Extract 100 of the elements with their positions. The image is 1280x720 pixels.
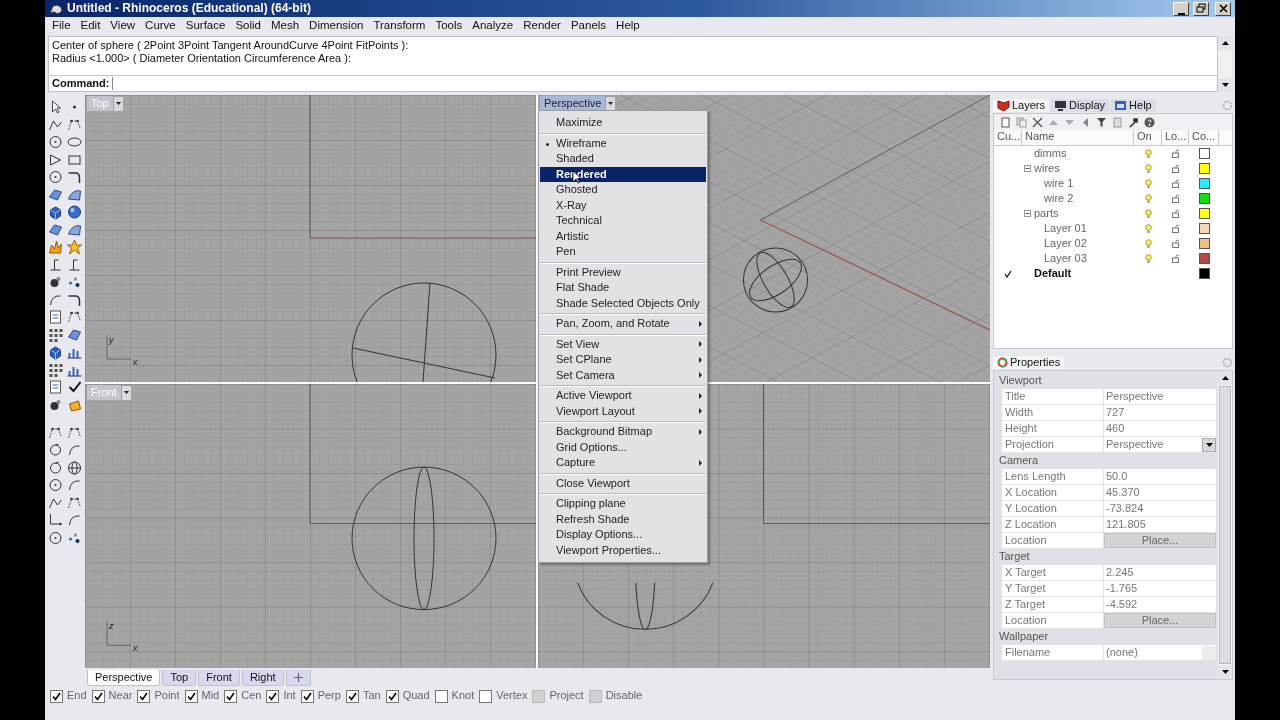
place-button[interactable]: Place... <box>1104 533 1216 548</box>
close-button[interactable] <box>1215 1 1231 16</box>
globe-icon[interactable] <box>66 459 83 476</box>
color-swatch[interactable] <box>1198 268 1210 279</box>
filter-icon[interactable] <box>1096 116 1107 128</box>
panel-tab[interactable]: Display <box>1050 98 1110 113</box>
menu-item[interactable]: Shaded <box>540 151 706 167</box>
menu-item[interactable]: Grid Options... <box>540 439 706 455</box>
surface-icon[interactable] <box>47 221 64 238</box>
checkbox[interactable] <box>184 689 198 703</box>
osnap-label[interactable]: Project <box>549 689 584 703</box>
fillet-icon[interactable] <box>66 169 83 185</box>
menu-item[interactable]: Capture <box>540 455 706 471</box>
menu-item[interactable]: Viewport Layout <box>540 403 706 419</box>
menu-item[interactable]: Display Options... <box>540 527 706 543</box>
box-icon[interactable] <box>47 344 64 360</box>
osnap-label[interactable]: Tan <box>362 689 381 703</box>
menu-item[interactable]: Refresh Shade <box>540 511 706 527</box>
menu-item[interactable]: Curve <box>140 18 181 33</box>
osnap-label[interactable]: Cen <box>241 689 262 703</box>
osnap-label[interactable]: Near <box>108 689 133 703</box>
checkbox[interactable] <box>224 689 238 703</box>
burst-icon[interactable] <box>47 239 64 255</box>
unlocked-icon[interactable] <box>1171 254 1180 263</box>
color-swatch[interactable] <box>1198 163 1210 174</box>
sheet-icon[interactable] <box>47 309 64 325</box>
color-swatch[interactable] <box>1198 208 1210 219</box>
panel-tab[interactable]: Properties <box>993 355 1065 370</box>
layer-name[interactable]: dimms <box>1034 146 1067 161</box>
osnap-label[interactable]: Disable <box>605 689 643 703</box>
unlocked-icon[interactable] <box>1171 179 1180 188</box>
layer-name[interactable]: wire 1 <box>1044 176 1074 191</box>
checkbox[interactable] <box>345 689 359 703</box>
arc-icon[interactable] <box>66 512 83 528</box>
osnap-label[interactable]: Mid <box>201 689 220 703</box>
viewport-tab[interactable]: Front <box>198 669 240 686</box>
arc-icon[interactable] <box>66 442 83 458</box>
menu-item[interactable]: Active Viewport <box>540 388 706 404</box>
osnap-label[interactable]: Vertex <box>496 689 528 703</box>
checkbox[interactable] <box>137 689 151 703</box>
menu-item[interactable]: Pen <box>540 244 706 260</box>
color-swatch[interactable] <box>1198 238 1210 249</box>
viewport-menu-button[interactable] <box>113 96 123 111</box>
toggle-button[interactable] <box>588 689 602 703</box>
hook-icon[interactable] <box>47 512 64 528</box>
restore-button[interactable] <box>1193 1 1209 16</box>
surface-icon[interactable] <box>47 186 64 203</box>
menu-item[interactable]: Mesh <box>266 18 305 33</box>
unlocked-icon[interactable] <box>1171 224 1180 233</box>
loop-icon[interactable] <box>47 442 64 458</box>
osnap-label[interactable]: Point <box>154 689 180 703</box>
panel-tab[interactable]: Layers <box>993 98 1050 113</box>
menu-item[interactable]: Viewport Properties... <box>540 542 706 558</box>
column-header[interactable]: On <box>1134 130 1162 145</box>
control-points-icon[interactable] <box>66 309 83 325</box>
ellipse-icon[interactable] <box>66 134 83 150</box>
menu-item[interactable]: Transform <box>368 18 431 33</box>
color-swatch[interactable] <box>1198 223 1210 234</box>
menu-item[interactable]: Set Camera <box>540 367 706 383</box>
menu-item[interactable]: Flat Shade <box>540 280 706 296</box>
delete-icon[interactable] <box>1032 116 1043 128</box>
osnap-label[interactable]: Int <box>283 689 296 703</box>
collapse-icon[interactable] <box>1024 210 1031 217</box>
menu-item[interactable]: Dimension <box>304 18 369 33</box>
property-value[interactable]: (none) <box>1106 645 1138 660</box>
place-button[interactable]: Place... <box>1104 613 1216 628</box>
scrollbar-thumb[interactable] <box>1219 386 1231 664</box>
wrench-icon[interactable] <box>1128 116 1139 128</box>
menu-item[interactable]: Print Preview <box>540 264 706 280</box>
circle-icon[interactable] <box>47 529 64 546</box>
check-icon[interactable] <box>66 379 83 395</box>
checkbox[interactable] <box>479 689 493 703</box>
menu-item[interactable]: Shade Selected Objects Only <box>540 295 706 311</box>
surface-icon[interactable] <box>66 326 83 343</box>
menu-item[interactable]: Close Viewport <box>540 475 706 491</box>
unlocked-icon[interactable] <box>1171 194 1180 203</box>
unlocked-icon[interactable] <box>1171 209 1180 218</box>
box-icon[interactable] <box>47 204 64 220</box>
menu-item[interactable]: Set View <box>540 336 706 352</box>
viewport-menu-button[interactable] <box>606 96 616 111</box>
toggle-button[interactable] <box>532 689 546 703</box>
sphere-icon[interactable] <box>66 204 83 220</box>
column-header[interactable]: Lo... <box>1162 130 1189 145</box>
column-header[interactable]: Cu... <box>994 130 1022 145</box>
layer-name[interactable]: wire 2 <box>1044 191 1074 206</box>
osnap-label[interactable]: Perp <box>317 689 341 703</box>
dropdown-value[interactable]: Perspective <box>1106 437 1164 452</box>
osnap-label[interactable]: Knot <box>451 689 475 703</box>
menu-item[interactable]: Ghosted <box>540 182 706 198</box>
layer-name[interactable]: wires <box>1034 161 1060 176</box>
layer-name[interactable]: Layer 01 <box>1044 221 1087 236</box>
collapse-icon[interactable] <box>1024 165 1031 172</box>
color-swatch[interactable] <box>1198 193 1210 204</box>
layer-name[interactable]: parts <box>1034 206 1059 221</box>
menu-item[interactable]: Solid <box>230 18 266 33</box>
menu-item[interactable]: Help <box>611 18 645 33</box>
menu-item[interactable]: Maximize <box>540 115 706 131</box>
menu-item[interactable]: Technical <box>540 213 706 229</box>
panel-tab[interactable]: Help <box>1110 98 1156 113</box>
osnap-label[interactable]: End <box>67 689 87 703</box>
